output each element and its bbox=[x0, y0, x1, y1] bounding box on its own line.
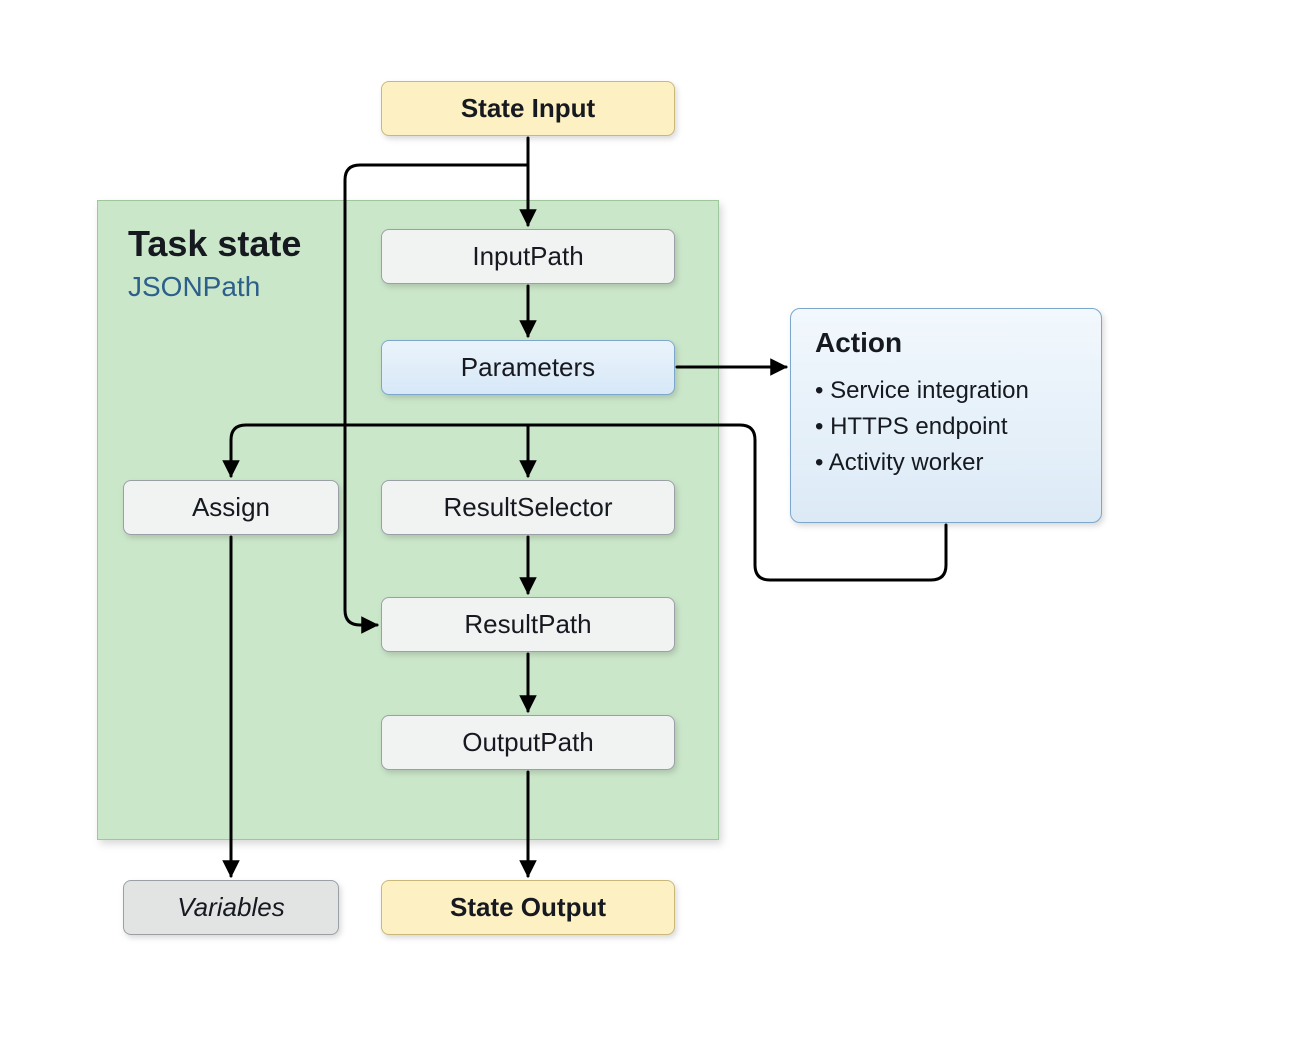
node-result-path-label: ResultPath bbox=[464, 609, 591, 640]
node-input-path-label: InputPath bbox=[472, 241, 583, 272]
task-state-title: Task state bbox=[128, 223, 301, 265]
node-variables: Variables bbox=[123, 880, 339, 935]
node-state-output-label: State Output bbox=[450, 892, 606, 923]
action-title: Action bbox=[815, 327, 1077, 359]
node-assign: Assign bbox=[123, 480, 339, 535]
node-state-input: State Input bbox=[381, 81, 675, 136]
node-parameters-label: Parameters bbox=[461, 352, 595, 383]
action-item-0: Service integration bbox=[815, 373, 1077, 409]
action-item-2: Activity worker bbox=[815, 445, 1077, 481]
node-output-path-label: OutputPath bbox=[462, 727, 594, 758]
node-state-output: State Output bbox=[381, 880, 675, 935]
node-input-path: InputPath bbox=[381, 229, 675, 284]
node-result-selector: ResultSelector bbox=[381, 480, 675, 535]
node-output-path: OutputPath bbox=[381, 715, 675, 770]
node-result-selector-label: ResultSelector bbox=[443, 492, 612, 523]
action-item-1: HTTPS endpoint bbox=[815, 409, 1077, 445]
node-state-input-label: State Input bbox=[461, 93, 595, 124]
node-variables-label: Variables bbox=[177, 892, 284, 923]
node-assign-label: Assign bbox=[192, 492, 270, 523]
action-panel: Action Service integration HTTPS endpoin… bbox=[790, 308, 1102, 523]
action-list: Service integration HTTPS endpoint Activ… bbox=[815, 373, 1077, 481]
node-parameters: Parameters bbox=[381, 340, 675, 395]
task-state-subtitle: JSONPath bbox=[128, 271, 260, 303]
node-result-path: ResultPath bbox=[381, 597, 675, 652]
